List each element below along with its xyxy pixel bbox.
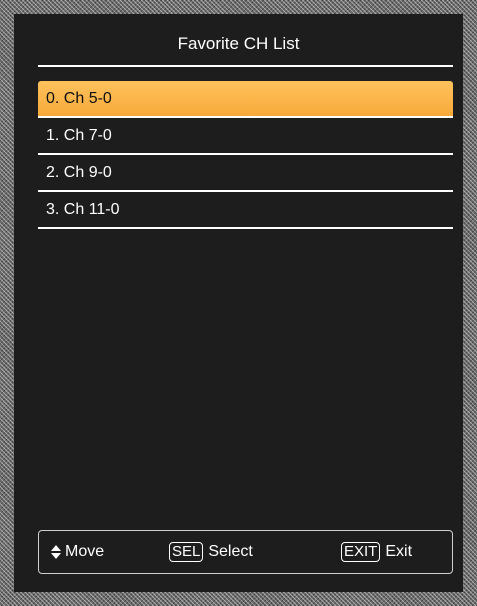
title-divider (38, 65, 453, 67)
channel-label: 0. Ch 5-0 (46, 90, 112, 107)
channel-label: 2. Ch 9-0 (46, 164, 112, 181)
exit-key-icon: EXIT (341, 542, 381, 562)
sel-key-icon: SEL (169, 542, 204, 562)
tv-menu-screen: Favorite CH List 0. Ch 5-0 1. Ch 7-0 2. … (14, 14, 463, 592)
select-label: Select (208, 543, 253, 560)
channel-item-3[interactable]: 3. Ch 11-0 (38, 192, 453, 229)
exit-hint: EXIT Exit (341, 531, 412, 573)
menu-title: Favorite CH List (177, 34, 300, 53)
up-down-arrow-icon (51, 544, 61, 560)
exit-label: Exit (385, 543, 413, 560)
channel-label: 1. Ch 7-0 (46, 127, 112, 144)
screen-frame: Favorite CH List 0. Ch 5-0 1. Ch 7-0 2. … (0, 0, 477, 606)
move-hint: Move (51, 531, 104, 573)
channel-item-0[interactable]: 0. Ch 5-0 (38, 81, 453, 118)
select-hint: SEL Select (169, 531, 253, 573)
channel-item-1[interactable]: 1. Ch 7-0 (38, 118, 453, 155)
channel-label: 3. Ch 11-0 (46, 201, 120, 218)
button-hint-bar: Move SEL Select EXIT Exit (38, 530, 453, 574)
favorite-channel-list: 0. Ch 5-0 1. Ch 7-0 2. Ch 9-0 3. Ch 11-0 (38, 81, 453, 229)
channel-item-2[interactable]: 2. Ch 9-0 (38, 155, 453, 192)
move-label: Move (65, 543, 105, 560)
